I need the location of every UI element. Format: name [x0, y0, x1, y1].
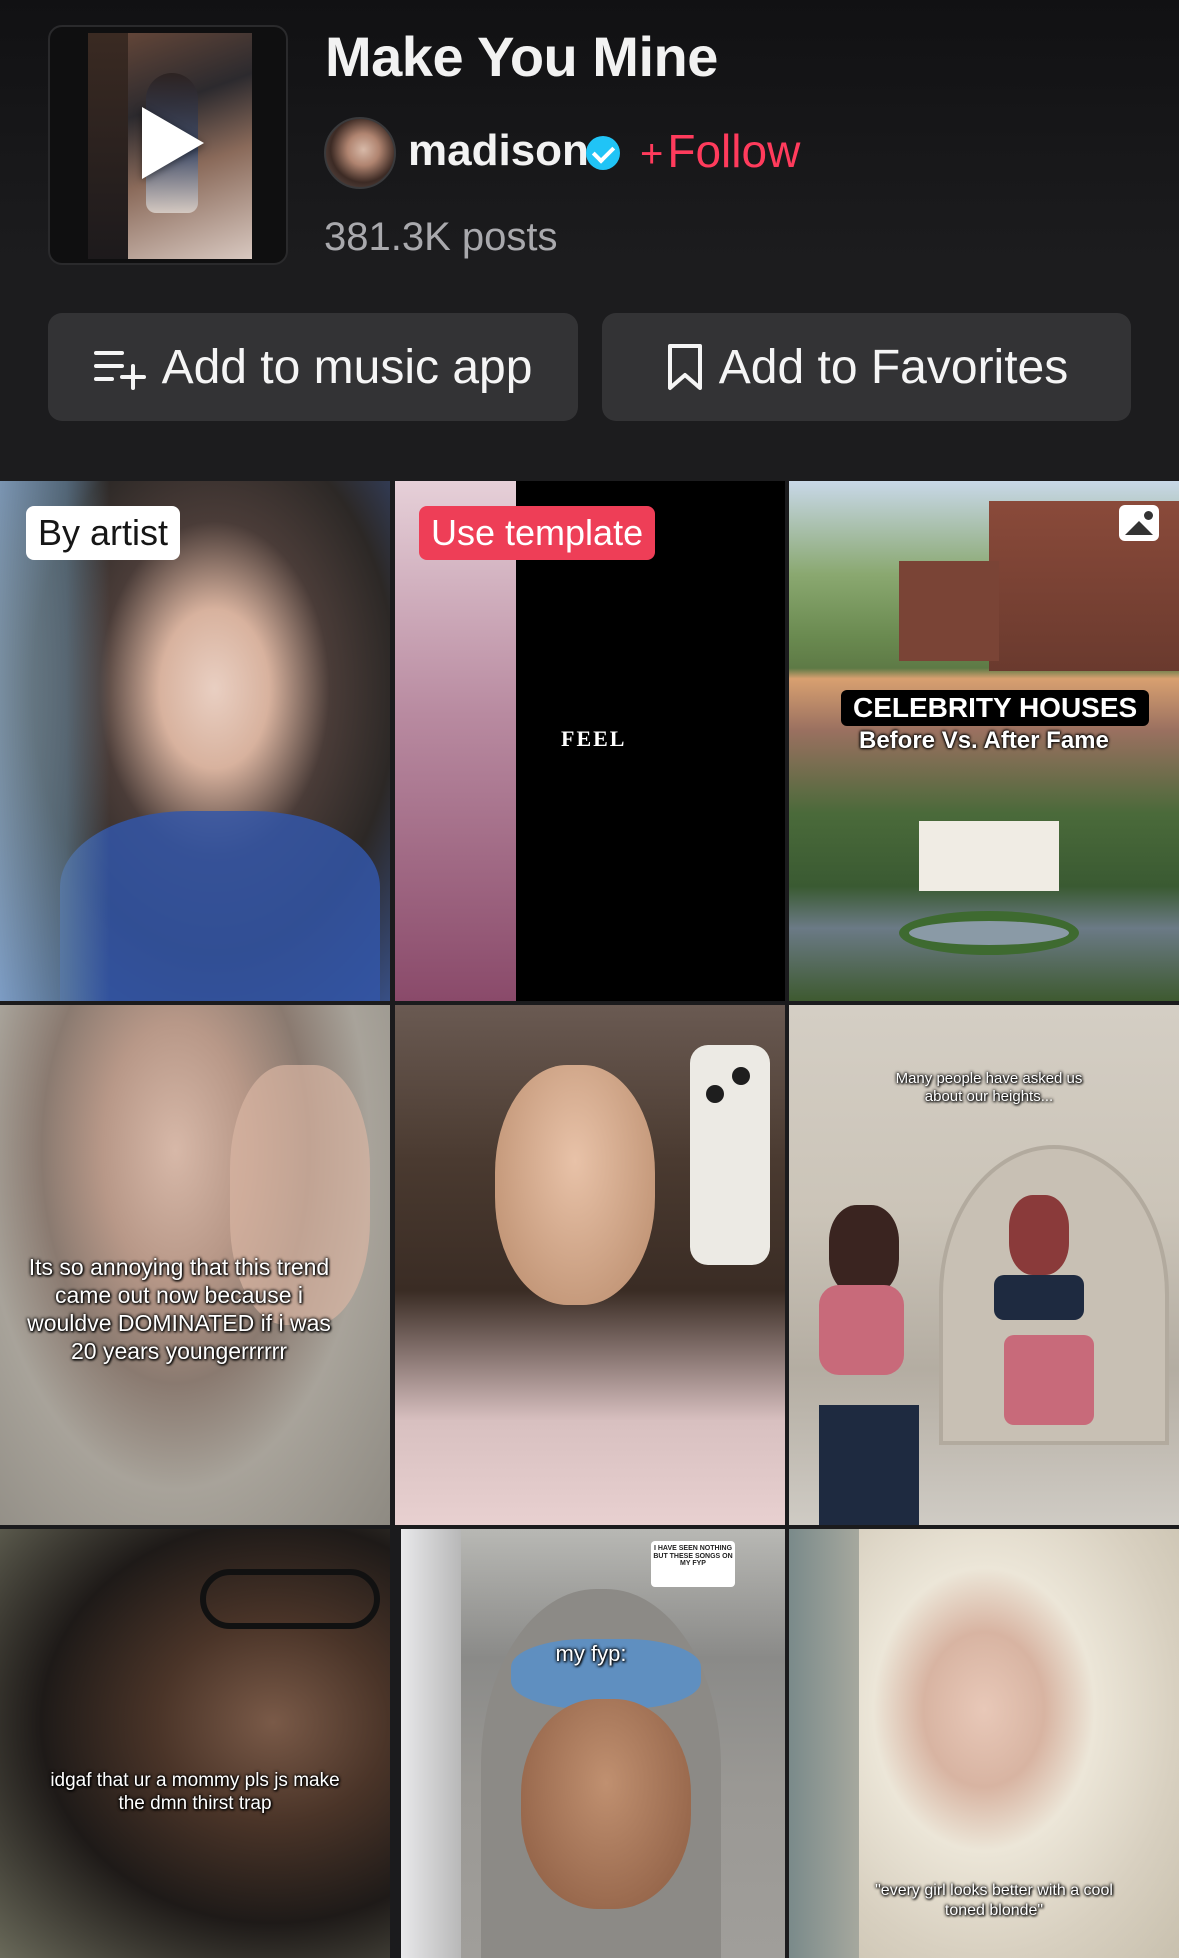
- tile-caption: Its so annoying that this trend came out…: [27, 1254, 331, 1365]
- post-count: 381.3K posts: [324, 215, 558, 259]
- by-artist-badge: By artist: [26, 506, 181, 560]
- album-cover[interactable]: [48, 25, 288, 265]
- bookmark-icon: [665, 343, 705, 391]
- image-icon: [1119, 505, 1159, 541]
- comment-card: I HAVE SEEN NOTHING BUT THESE SONGS ON M…: [651, 1541, 735, 1587]
- add-to-music-app-button[interactable]: Add to music app: [48, 313, 578, 421]
- follow-label: Follow: [667, 125, 801, 177]
- tile-caption: my fyp:: [555, 1641, 627, 1666]
- play-icon[interactable]: [142, 107, 204, 179]
- follow-button[interactable]: +Follow: [640, 124, 800, 178]
- tile-caption: Many people have asked us about our heig…: [895, 1070, 1083, 1106]
- artist-avatar[interactable]: [324, 117, 396, 189]
- tile-caption: idgaf that ur a mommy pls js make the dm…: [50, 1770, 340, 1815]
- video-tile[interactable]: "every girl looks better with a cool ton…: [789, 1529, 1179, 1958]
- artist-name[interactable]: madison: [408, 126, 589, 176]
- add-to-favorites-button[interactable]: Add to Favorites: [602, 313, 1131, 421]
- tile-caption: "every girl looks better with a cool ton…: [875, 1882, 1113, 1919]
- playlist-add-icon: [93, 347, 148, 390]
- video-tile[interactable]: idgaf that ur a mommy pls js make the dm…: [0, 1529, 390, 1958]
- verified-icon: [586, 136, 620, 170]
- song-title: Make You Mine: [325, 25, 718, 88]
- video-tile[interactable]: CELEBRITY HOUSES Before Vs. After Fame: [789, 481, 1179, 1001]
- video-tile[interactable]: Its so annoying that this trend came out…: [0, 1005, 390, 1525]
- celebrity-houses-subtitle: Before Vs. After Fame: [859, 727, 1109, 754]
- celebrity-houses-label: CELEBRITY HOUSES: [841, 690, 1150, 726]
- feel-caption: FEEL: [561, 726, 627, 751]
- video-tile[interactable]: I HAVE SEEN NOTHING BUT THESE SONGS ON M…: [401, 1529, 785, 1958]
- follow-plus: +: [640, 132, 664, 176]
- video-tile[interactable]: [395, 1005, 785, 1525]
- video-tile[interactable]: Use template FEEL: [395, 481, 785, 1001]
- video-tile[interactable]: Many people have asked us about our heig…: [789, 1005, 1179, 1525]
- video-tile[interactable]: By artist: [0, 481, 390, 1001]
- add-to-favorites-label: Add to Favorites: [718, 340, 1069, 394]
- use-template-badge[interactable]: Use template: [419, 506, 656, 560]
- add-to-music-app-label: Add to music app: [161, 340, 533, 394]
- song-header: Make You Mine madison +Follow 381.3K pos…: [0, 0, 1179, 481]
